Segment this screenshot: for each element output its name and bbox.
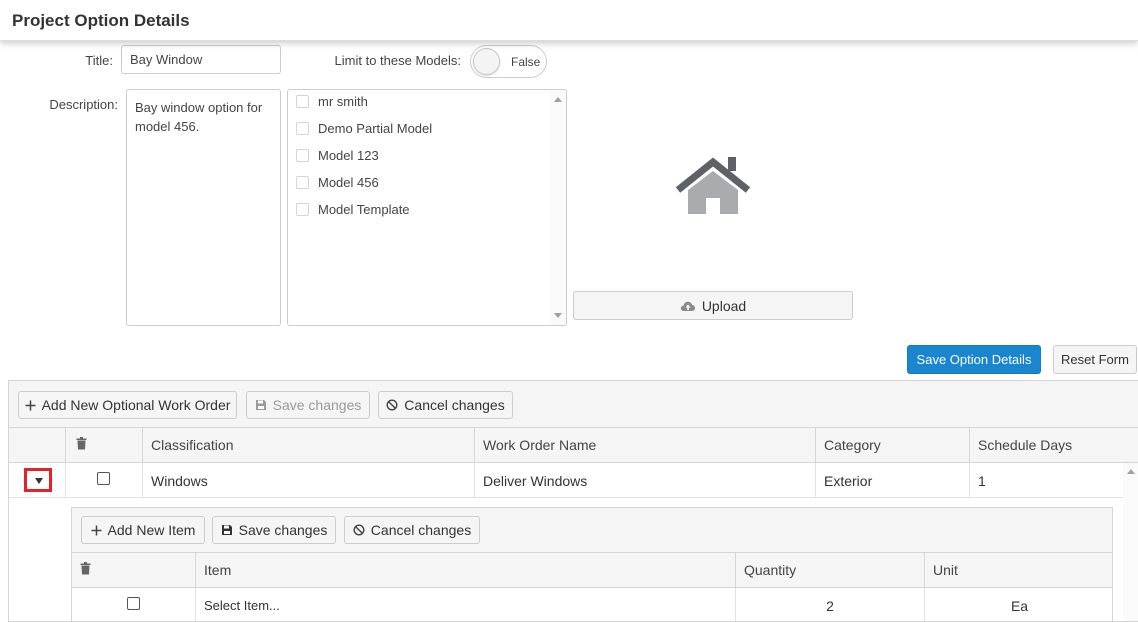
scroll-up-arrow[interactable]	[1127, 469, 1135, 474]
cell-quantity[interactable]: 2	[735, 588, 924, 621]
caret-down-icon	[35, 478, 43, 484]
model-list-scrollbar[interactable]	[550, 90, 566, 325]
items-save-changes-button[interactable]: Save changes	[212, 516, 336, 544]
column-header-schedule-days[interactable]: Schedule Days	[969, 428, 1123, 463]
cell-item[interactable]: Select Item...	[195, 588, 735, 621]
grid-scrollbar[interactable]	[1123, 463, 1138, 621]
items-header: Item Quantity Unit	[72, 553, 1112, 588]
page-title: Project Option Details	[12, 11, 190, 30]
model-item[interactable]: Model Template	[296, 199, 410, 219]
reset-form-button[interactable]: Reset Form	[1053, 345, 1137, 374]
model-checkbox[interactable]	[296, 202, 309, 216]
items-delete-column-header	[72, 553, 195, 588]
cancel-changes-button[interactable]: Cancel changes	[378, 391, 513, 419]
cell-schedule-days[interactable]: 1	[969, 463, 1123, 498]
model-list[interactable]: mr smith Demo Partial Model Model 123 Mo…	[287, 89, 567, 326]
model-checkbox[interactable]	[296, 94, 309, 108]
select-cell	[65, 463, 142, 498]
save-changes-button[interactable]: Save changes	[246, 391, 370, 419]
toggle-knob	[473, 48, 500, 75]
model-label: mr smith	[318, 93, 368, 109]
scroll-up-arrow[interactable]	[554, 97, 562, 102]
model-label: Model 123	[318, 147, 379, 163]
model-item[interactable]: mr smith	[296, 91, 368, 111]
title-label: Title:	[85, 53, 113, 68]
add-optional-work-order-button[interactable]: Add New Optional Work Order	[18, 391, 237, 419]
column-header-quantity[interactable]: Quantity	[735, 553, 924, 588]
column-header-item[interactable]: Item	[195, 553, 735, 588]
floppy-disk-icon	[255, 399, 267, 411]
model-item[interactable]: Model 456	[296, 172, 379, 192]
work-order-grid: Add New Optional Work Order Save changes…	[8, 380, 1138, 622]
model-checkbox[interactable]	[296, 175, 309, 189]
limit-models-toggle[interactable]: False	[470, 45, 547, 78]
expand-cell	[9, 463, 65, 498]
model-checkbox[interactable]	[296, 148, 309, 162]
column-header-work-order-name[interactable]: Work Order Name	[474, 428, 815, 463]
page-header: Project Option Details	[0, 0, 1138, 41]
plus-icon	[91, 525, 102, 536]
model-item[interactable]: Demo Partial Model	[296, 118, 432, 138]
cell-unit[interactable]: Ea	[924, 588, 1114, 621]
trash-icon[interactable]	[80, 562, 91, 578]
expand-toggle-button[interactable]	[24, 468, 52, 492]
cell-category[interactable]: Exterior	[815, 463, 969, 498]
house-icon	[675, 157, 751, 214]
upload-label: Upload	[701, 297, 747, 314]
description-textarea[interactable]: Bay window option for model 456.	[126, 89, 281, 326]
trash-icon[interactable]	[76, 437, 87, 453]
column-header-unit[interactable]: Unit	[924, 553, 1114, 588]
scroll-down-arrow[interactable]	[554, 313, 562, 318]
column-header-category[interactable]: Category	[815, 428, 969, 463]
floppy-disk-icon	[221, 524, 233, 536]
table-row[interactable]: Select Item... 2 Ea	[72, 588, 1114, 621]
grid-header: Classification Work Order Name Category …	[9, 428, 1138, 463]
delete-column-header	[65, 428, 142, 463]
add-item-label: Add New Item	[107, 522, 196, 538]
save-option-details-button[interactable]: Save Option Details	[907, 345, 1041, 374]
cancel-circle-icon	[353, 524, 365, 536]
add-new-item-button[interactable]: Add New Item	[81, 516, 205, 544]
save-changes-label: Save changes	[272, 397, 362, 413]
table-row[interactable]: Windows Deliver Windows Exterior 1	[9, 463, 1138, 498]
items-save-label: Save changes	[238, 522, 328, 538]
limit-models-label: Limit to these Models:	[334, 53, 461, 68]
cancel-circle-icon	[386, 399, 398, 411]
plus-icon	[25, 400, 36, 411]
upload-button[interactable]: Upload	[573, 291, 853, 320]
cell-classification[interactable]: Windows	[142, 463, 474, 498]
items-toolbar: Add New Item Save changes Cancel changes	[72, 508, 1112, 553]
items-cancel-changes-button[interactable]: Cancel changes	[344, 516, 480, 544]
work-order-items-grid: Add New Item Save changes Cancel changes	[71, 507, 1114, 621]
expand-column-header	[9, 428, 65, 463]
grid-toolbar: Add New Optional Work Order Save changes…	[9, 381, 1138, 428]
cell-work-order-name[interactable]: Deliver Windows	[474, 463, 815, 498]
add-work-order-label: Add New Optional Work Order	[41, 397, 231, 413]
items-select-cell	[72, 588, 195, 621]
model-label: Model Template	[318, 201, 410, 217]
description-label: Description:	[49, 97, 118, 112]
item-row-checkbox[interactable]	[127, 597, 140, 610]
cancel-changes-label: Cancel changes	[404, 397, 505, 413]
cloud-upload-icon	[680, 300, 696, 312]
row-checkbox[interactable]	[97, 472, 110, 485]
model-item[interactable]: Model 123	[296, 145, 379, 165]
items-cancel-label: Cancel changes	[370, 522, 472, 538]
model-checkbox[interactable]	[296, 121, 309, 135]
model-label: Demo Partial Model	[318, 120, 433, 136]
toggle-state-label: False	[511, 55, 541, 69]
column-header-classification[interactable]: Classification	[142, 428, 474, 463]
title-input[interactable]	[121, 45, 281, 74]
model-label: Model 456	[318, 174, 379, 190]
